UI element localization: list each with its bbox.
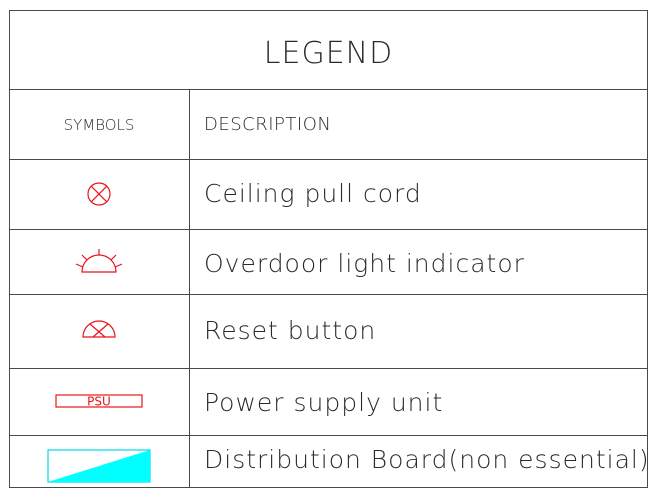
distribution-board-icon: [47, 449, 151, 483]
overdoor-light-indicator-symbol: [9, 227, 189, 297]
description-header: DESCRIPTION: [204, 114, 332, 135]
reset-button-icon: [82, 320, 116, 338]
overdoor-light-indicator-icon: [75, 249, 123, 273]
symbols-header: SYMBOLS: [63, 116, 135, 134]
column-divider: [189, 89, 190, 488]
row-description: Power supply unit: [204, 388, 444, 417]
reset-button-symbol: [9, 294, 189, 364]
psu-symbol: PSU: [9, 366, 189, 436]
psu-icon: PSU: [55, 394, 143, 409]
ceiling-pull-cord-symbol: [9, 159, 189, 229]
legend-title: LEGEND: [263, 36, 394, 71]
psu-symbol-label: PSU: [87, 395, 111, 409]
row-description: Distribution Board(non essential): [204, 445, 650, 474]
row-description: Reset button: [204, 316, 377, 345]
row-description: Ceiling pull cord: [204, 179, 422, 208]
legend-table: LEGEND SYMBOLS DESCRIPTION Ceiling pull …: [9, 10, 650, 488]
row-description: Overdoor light indicator: [204, 249, 525, 278]
table-border-top: [9, 10, 648, 11]
ceiling-pull-cord-icon: [87, 182, 111, 206]
distribution-board-symbol: [9, 431, 189, 501]
